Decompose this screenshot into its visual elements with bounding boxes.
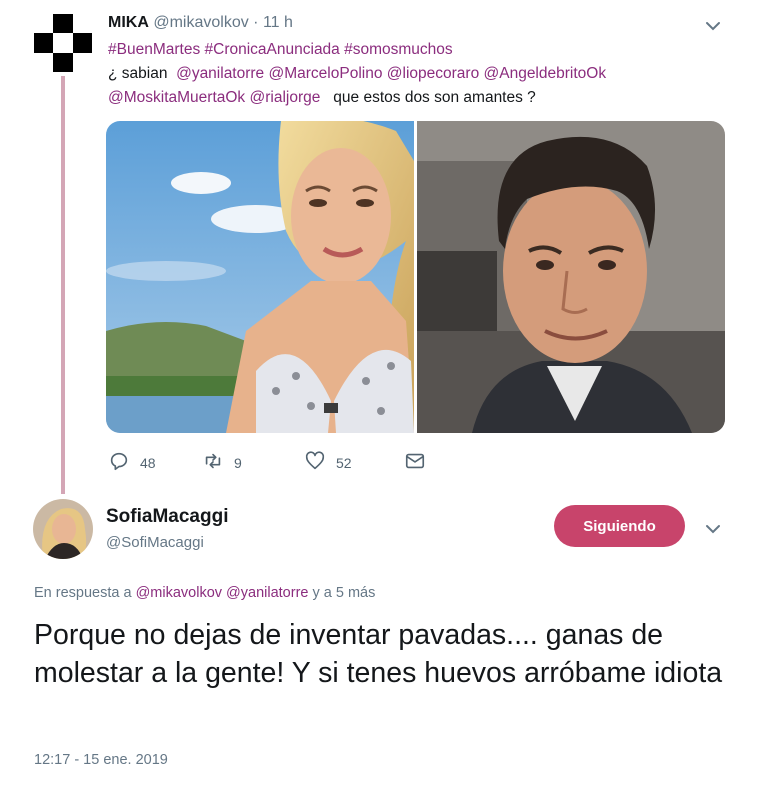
author-name[interactable]: MIKA <box>108 14 149 31</box>
photo-man[interactable] <box>417 121 725 433</box>
thread-line <box>61 76 65 494</box>
text-end: que estos dos son amantes ? <box>333 89 536 106</box>
tweet-actions: 48 9 52 <box>108 450 468 476</box>
tweet-time[interactable]: · 11 h <box>253 14 293 31</box>
text-intro: ¿ sabian <box>108 65 168 82</box>
reply-timestamp[interactable]: 12:17 - 15 ene. 2019 <box>34 752 168 768</box>
mention[interactable]: @mikavolkov <box>136 585 222 601</box>
following-button[interactable]: Siguiendo <box>554 505 685 547</box>
mention[interactable]: @yanilatorre <box>226 585 308 601</box>
heart-icon <box>304 450 326 475</box>
mention[interactable]: @MarceloPolino <box>269 65 383 82</box>
reply-author-name[interactable]: SofiaMacaggi <box>106 506 228 528</box>
reply-suffix[interactable]: y a 5 más <box>313 585 376 601</box>
hashtag[interactable]: #somosmuchos <box>344 41 453 58</box>
mention[interactable]: @MoskitaMuertaOk <box>108 89 245 106</box>
tweet-header: MIKA @mikavolkov · 11 h <box>108 14 293 32</box>
author-handle[interactable]: @mikavolkov <box>153 14 248 31</box>
tweet-media <box>106 121 725 433</box>
like-count: 52 <box>336 454 352 471</box>
reply-icon <box>108 450 130 475</box>
retweet-button[interactable]: 9 <box>202 450 242 475</box>
avatar-checker-pattern[interactable] <box>34 14 92 72</box>
mention[interactable]: @yanilatorre <box>176 65 264 82</box>
chevron-down-icon[interactable] <box>700 519 726 539</box>
photo-woman-bikini[interactable] <box>106 121 414 433</box>
reply-prefix: En respuesta a <box>34 585 132 601</box>
reply-author-handle[interactable]: @SofiMacaggi <box>106 534 204 551</box>
hashtag-line: #BuenMartes #CronicaAnunciada #somosmuch… <box>108 38 728 62</box>
reply-body: Porque no dejas de inventar pavadas.... … <box>34 619 723 689</box>
mention[interactable]: @liopecoraro <box>387 65 479 82</box>
avatar[interactable] <box>33 499 93 559</box>
like-button[interactable]: 52 <box>304 450 352 475</box>
reply-count: 48 <box>140 454 156 471</box>
mention-line: ¿ sabian @yanilatorre @MarceloPolino @li… <box>108 62 728 86</box>
chevron-down-icon[interactable] <box>700 16 726 36</box>
envelope-icon <box>404 450 426 475</box>
mention[interactable]: @rialjorge <box>250 89 321 106</box>
hashtag[interactable]: #CronicaAnunciada <box>205 41 340 58</box>
reply-button[interactable]: 48 <box>108 450 156 475</box>
mention-line: @MoskitaMuertaOk @rialjorge que estos do… <box>108 86 728 110</box>
retweet-icon <box>202 450 224 475</box>
hashtag[interactable]: #BuenMartes <box>108 41 200 58</box>
retweet-count: 9 <box>234 454 242 471</box>
direct-message-button[interactable] <box>404 450 426 475</box>
tweet-text: #BuenMartes #CronicaAnunciada #somosmuch… <box>108 38 728 110</box>
mention[interactable]: @AngeldebritoOk <box>484 65 607 82</box>
replying-to: En respuesta a @mikavolkov @yanilatorre … <box>34 585 375 601</box>
